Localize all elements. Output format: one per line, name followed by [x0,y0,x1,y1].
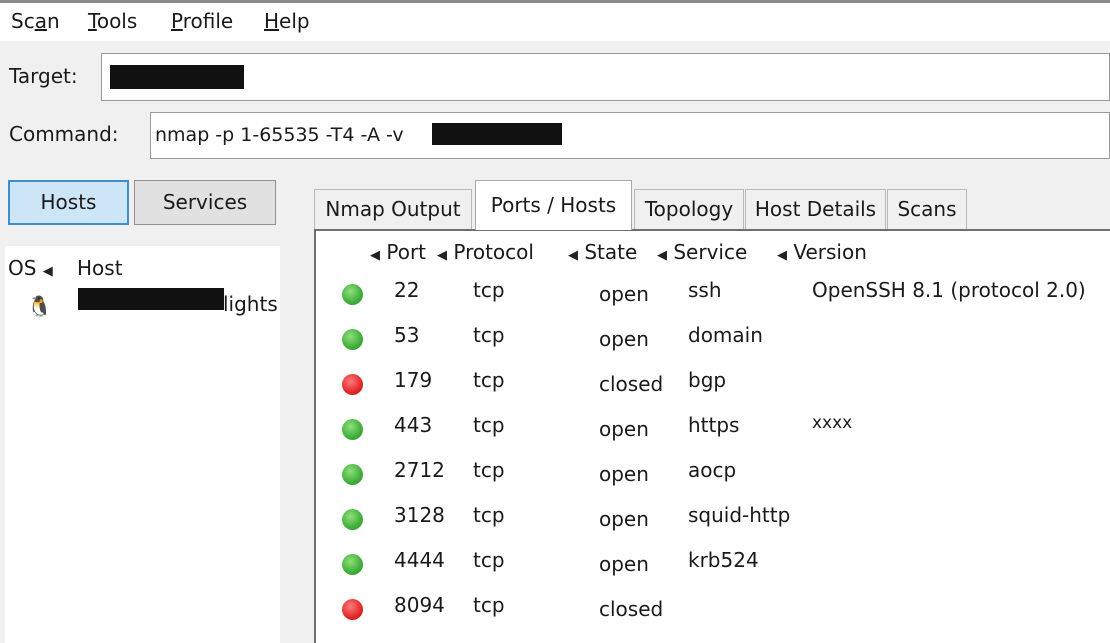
host-list-header-os[interactable]: OS ◀ [8,256,53,280]
menu-tools[interactable]: Tools [88,9,137,33]
state-cell: open [599,417,649,441]
target-label: Target: [9,64,78,88]
tab-nmap-output[interactable]: Nmap Output [314,189,472,229]
state-open-icon [342,554,363,575]
port-cell: 443 [394,413,433,437]
services-button[interactable]: Services [134,180,276,225]
state-cell: closed [599,597,664,621]
menu-help[interactable]: Help [264,9,310,33]
sort-arrow-icon: ◀ [437,248,447,263]
column-header-port[interactable]: ◀ Port [370,240,426,264]
port-cell: 22 [394,278,420,302]
sort-arrow-icon: ◀ [657,248,667,263]
protocol-cell: tcp [473,323,505,347]
version-cell: OpenSSH 8.1 (protocol 2.0) [812,278,1086,302]
state-cell: open [599,462,649,486]
protocol-cell: tcp [473,503,505,527]
column-header-label: Protocol [453,240,534,264]
command-label: Command: [9,122,119,146]
host-column-label: Host [77,256,123,280]
protocol-cell: tcp [473,413,505,437]
tab-scans[interactable]: Scans [887,189,967,229]
port-cell: 2712 [394,458,445,482]
command-input[interactable]: nmap -p 1-65535 -T4 -A -v [150,112,1110,159]
tab-ports-hosts[interactable]: Ports / Hosts [475,180,632,230]
port-cell: 3128 [394,503,445,527]
sort-arrow-icon: ◀ [777,248,787,263]
state-cell: open [599,507,649,531]
protocol-cell: tcp [473,548,505,572]
command-value: nmap -p 1-65535 -T4 -A -v [155,124,404,146]
target-input[interactable] [101,53,1110,101]
linux-penguin-icon: 🐧 [27,294,52,318]
column-header-version[interactable]: ◀ Version [777,240,867,264]
menu-profile[interactable]: Profile [171,9,233,33]
column-header-label: Service [673,240,748,264]
state-closed-icon [342,599,363,620]
service-cell: aocp [688,458,737,482]
sort-arrow-icon: ◀ [42,264,53,279]
state-open-icon [342,419,363,440]
protocol-cell: tcp [473,278,505,302]
target-redaction [110,65,244,89]
service-cell: bgp [688,368,727,392]
port-cell: 179 [394,368,433,392]
command-redaction [432,123,562,145]
state-open-icon [342,464,363,485]
service-cell: https [688,413,740,437]
port-cell: 8094 [394,593,445,617]
host-list: OS ◀ Host 🐧 lights [5,246,280,643]
protocol-cell: tcp [473,368,505,392]
state-cell: open [599,327,649,351]
port-cell: 4444 [394,548,445,572]
service-cell: domain [688,323,763,347]
service-cell: squid-http [688,503,791,527]
column-header-label: Port [386,240,427,264]
host-name-suffix: lights [223,292,278,316]
state-cell: closed [599,372,664,396]
version-cell: xxxx [812,413,853,433]
column-header-protocol[interactable]: ◀ Protocol [437,240,534,264]
tab-host-details[interactable]: Host Details [745,189,886,229]
state-cell: open [599,282,649,306]
column-header-label: Version [793,240,867,264]
menu-bar: Scan Tools Profile Help [0,3,1110,41]
host-name-redaction [78,288,224,310]
host-list-header-host[interactable]: Host [77,256,123,280]
column-header-label: State [584,240,638,264]
ports-table: ◀ Port ◀ Protocol ◀ State ◀ Service ◀ Ve… [314,229,1110,643]
tab-topology[interactable]: Topology [634,189,744,229]
state-open-icon [342,284,363,305]
sort-arrow-icon: ◀ [370,248,380,263]
os-column-label: OS [8,256,37,280]
state-cell: open [599,552,649,576]
port-cell: 53 [394,323,420,347]
column-header-state[interactable]: ◀ State [568,240,637,264]
menu-scan[interactable]: Scan [11,9,60,33]
state-open-icon [342,329,363,350]
state-open-icon [342,509,363,530]
state-closed-icon [342,374,363,395]
sort-arrow-icon: ◀ [568,248,578,263]
column-header-service[interactable]: ◀ Service [657,240,747,264]
protocol-cell: tcp [473,593,505,617]
service-cell: ssh [688,278,722,302]
protocol-cell: tcp [473,458,505,482]
service-cell: krb524 [688,548,759,572]
hosts-button[interactable]: Hosts [8,180,129,225]
